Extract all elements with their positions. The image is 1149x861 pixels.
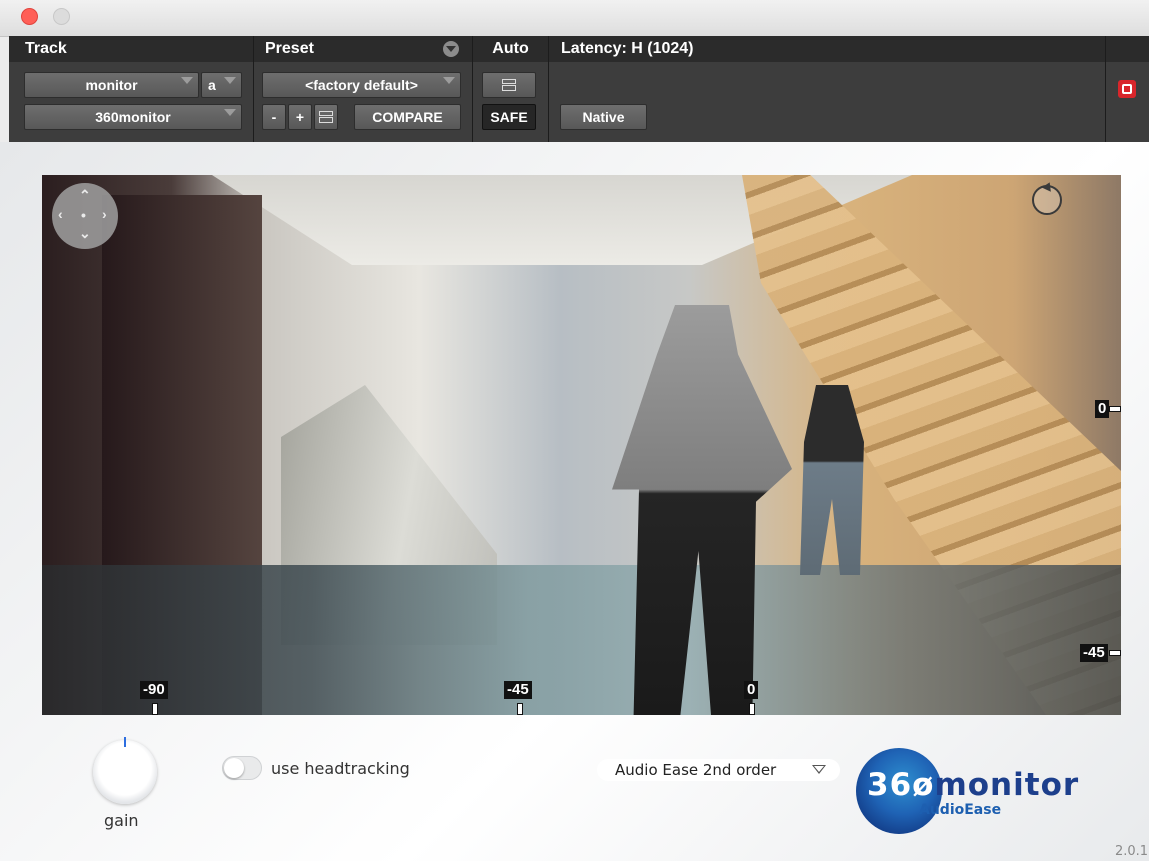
column-divider [472, 36, 473, 142]
auto-column-header: Auto [473, 36, 548, 62]
track-selector[interactable]: monitor [24, 72, 199, 98]
chevron-down-icon [812, 765, 826, 774]
preset-selector[interactable]: <factory default> [262, 72, 461, 98]
headtracking-label: use headtracking [271, 759, 410, 778]
column-divider [1105, 36, 1106, 142]
chevron-down-icon [224, 109, 236, 116]
pan-navigation-control[interactable]: ⌃ ⌄ ‹ › • [52, 183, 118, 249]
plugin-header: Track Preset Auto Latency: H (1024) moni… [9, 36, 1149, 142]
chevron-down-icon [181, 77, 193, 84]
preset-column-header: Preset [254, 36, 472, 62]
360-video-viewer[interactable]: ⌃ ⌄ ‹ › • -90 -45 0 0 -45 [42, 175, 1121, 715]
elevation-marker: -45 [1080, 644, 1108, 662]
center-dot-icon: • [81, 207, 86, 223]
360monitor-logo: 36ømonitor [867, 767, 1080, 803]
azimuth-tick [749, 703, 755, 715]
compare-button[interactable]: COMPARE [354, 104, 461, 130]
azimuth-marker: 0 [744, 681, 759, 699]
native-indicator: Native [560, 104, 647, 130]
close-window-button[interactable] [21, 8, 38, 25]
chevron-down-icon [224, 77, 236, 84]
track-selector-value: monitor [85, 77, 138, 93]
gain-label: gain [104, 811, 139, 830]
track-variant-value: a [208, 77, 216, 93]
preset-menu-icon[interactable] [443, 41, 459, 57]
previous-preset-button[interactable]: - [262, 104, 286, 130]
column-divider [253, 36, 254, 142]
minimize-window-button[interactable] [53, 8, 70, 25]
azimuth-marker: -90 [140, 681, 168, 699]
arrow-up-icon: ⌃ [79, 187, 91, 203]
elevation-tick [1109, 650, 1121, 656]
chevron-down-icon [443, 77, 455, 84]
azimuth-tick [152, 703, 158, 715]
decoder-select-value: Audio Ease 2nd order [615, 761, 777, 779]
arrow-right-icon: › [102, 206, 107, 222]
version-label: 2.0.1 [1115, 844, 1149, 859]
azimuth-marker: -45 [504, 681, 532, 699]
safe-button[interactable]: SAFE [482, 104, 536, 130]
bypass-column-header [1106, 36, 1149, 62]
copy-settings-button[interactable] [314, 104, 338, 130]
video-floor [42, 565, 1121, 715]
next-preset-button[interactable]: + [288, 104, 312, 130]
preset-selector-value: <factory default> [305, 77, 418, 93]
arrow-left-icon: ‹ [58, 206, 63, 222]
copy-icon [319, 111, 333, 123]
column-divider [548, 36, 549, 142]
elevation-tick [1109, 406, 1121, 412]
automation-window-icon [502, 79, 516, 91]
gain-knob[interactable] [93, 737, 157, 804]
track-column-header: Track [9, 36, 253, 62]
decoder-select[interactable]: Audio Ease 2nd order [597, 759, 840, 781]
azimuth-tick [517, 703, 523, 715]
track-variant-selector[interactable]: a [201, 72, 242, 98]
latency-label: Latency: H (1024) [549, 36, 1105, 62]
arrow-down-icon: ⌄ [79, 225, 91, 241]
automation-window-button[interactable] [482, 72, 536, 98]
bypass-button[interactable] [1118, 80, 1136, 98]
insert-selector-value: 360monitor [95, 109, 171, 125]
elevation-marker: 0 [1095, 400, 1110, 418]
audioease-logo: AudioEase [919, 802, 1002, 818]
headtracking-toggle[interactable] [222, 756, 262, 780]
compass-icon[interactable] [1032, 185, 1062, 215]
window-title-bar [0, 0, 1149, 37]
insert-selector[interactable]: 360monitor [24, 104, 242, 130]
